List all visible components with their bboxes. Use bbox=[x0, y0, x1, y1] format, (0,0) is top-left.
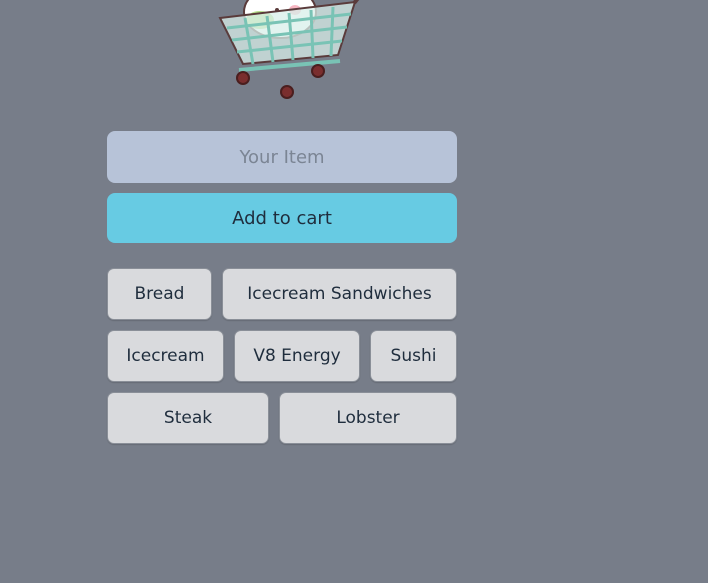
cart-row: Bread Icecream Sandwiches bbox=[107, 268, 457, 320]
add-to-cart-button[interactable]: Add to cart bbox=[107, 193, 457, 243]
cart-row: Steak Lobster bbox=[107, 392, 457, 444]
cart-item[interactable]: Icecream bbox=[107, 330, 224, 382]
add-item-form: Add to cart bbox=[107, 131, 457, 243]
cart-item[interactable]: V8 Energy bbox=[234, 330, 360, 382]
cart-item-list: Bread Icecream Sandwiches Icecream V8 En… bbox=[107, 268, 457, 454]
cart-row: Icecream V8 Energy Sushi bbox=[107, 330, 457, 382]
item-input[interactable] bbox=[107, 131, 457, 183]
cat-cart-illustration bbox=[205, 0, 375, 105]
cart-item[interactable]: Icecream Sandwiches bbox=[222, 268, 457, 320]
cart-cat-icon bbox=[218, 0, 360, 99]
cart-item[interactable]: Bread bbox=[107, 268, 212, 320]
cart-item[interactable]: Sushi bbox=[370, 330, 457, 382]
cart-item[interactable]: Steak bbox=[107, 392, 269, 444]
cart-item[interactable]: Lobster bbox=[279, 392, 457, 444]
